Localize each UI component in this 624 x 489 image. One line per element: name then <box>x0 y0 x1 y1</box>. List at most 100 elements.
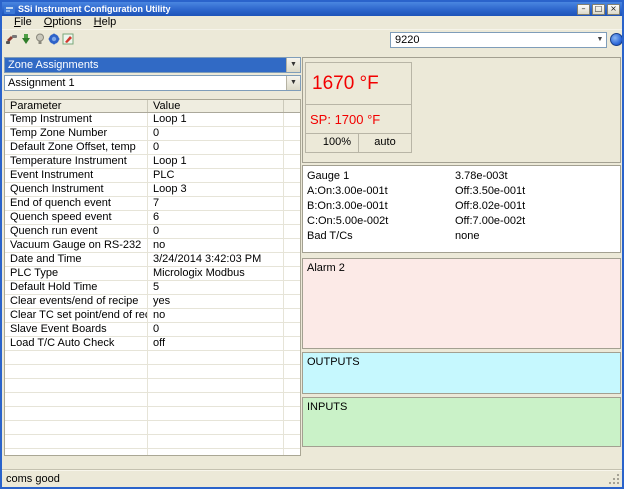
edit-icon[interactable] <box>62 33 74 45</box>
table-row[interactable] <box>5 393 300 407</box>
table-row[interactable]: End of quench event 7 <box>5 197 300 211</box>
table-row[interactable]: Clear TC set point/end of recipe no <box>5 309 300 323</box>
assignment-selector[interactable]: Assignment 1 ▼ <box>4 75 301 91</box>
parameter-cell: Clear TC set point/end of recipe <box>5 309 148 322</box>
spare-cell <box>284 351 300 364</box>
table-row[interactable] <box>5 421 300 435</box>
gauge-value: Off:3.50e-001t <box>455 184 620 199</box>
table-row[interactable]: Slave Event Boards 0 <box>5 323 300 337</box>
bulb-icon[interactable] <box>34 33 46 45</box>
spare-cell <box>284 211 300 224</box>
close-icon[interactable]: × <box>607 4 620 15</box>
chevron-down-icon[interactable]: ▼ <box>286 58 300 72</box>
device-selector[interactable]: 9220 ▼ <box>390 32 607 48</box>
parameter-cell <box>5 421 148 434</box>
value-cell <box>148 351 284 364</box>
table-row[interactable]: Load T/C Auto Check off <box>5 337 300 351</box>
table-row[interactable]: Temp Zone Number 0 <box>5 127 300 141</box>
spare-cell <box>284 379 300 392</box>
table-row[interactable] <box>5 379 300 393</box>
menu-help[interactable]: Help <box>88 16 123 29</box>
value-cell <box>148 379 284 392</box>
table-row[interactable]: Vacuum Gauge on RS-232 no <box>5 239 300 253</box>
value-cell <box>148 393 284 406</box>
status-text: coms good <box>6 473 60 485</box>
view-selector[interactable]: Zone Assignments ▼ <box>4 57 301 73</box>
table-row[interactable] <box>5 435 300 449</box>
resize-grip-icon[interactable] <box>617 482 619 484</box>
parameter-table: Parameter Value Temp Instrument Loop 1 T… <box>4 99 301 456</box>
download-icon[interactable] <box>20 33 32 45</box>
table-row[interactable]: Default Zone Offset, temp 0 <box>5 141 300 155</box>
table-row[interactable]: Date and Time 3/24/2014 3:42:03 PM <box>5 253 300 267</box>
value-cell <box>148 449 284 456</box>
spare-cell <box>284 449 300 456</box>
value-cell <box>148 407 284 420</box>
table-row[interactable] <box>5 351 300 365</box>
column-header-parameter[interactable]: Parameter <box>5 100 148 112</box>
gauge-label: Gauge 1 <box>307 169 455 184</box>
column-header-value[interactable]: Value <box>148 100 284 112</box>
value-cell: Loop 3 <box>148 183 284 196</box>
table-row[interactable]: PLC Type Micrologix Modbus <box>5 267 300 281</box>
table-row[interactable] <box>5 449 300 456</box>
alarm-label: Alarm 2 <box>307 261 616 275</box>
parameter-cell: Default Hold Time <box>5 281 148 294</box>
outputs-panel: OUTPUTS <box>302 352 621 394</box>
globe-icon[interactable] <box>610 33 623 46</box>
gauge-value: none <box>455 229 620 244</box>
parameter-cell <box>5 435 148 448</box>
spare-cell <box>284 309 300 322</box>
mode-display: auto <box>359 134 412 153</box>
menubar: File Options Help <box>2 16 622 29</box>
table-row[interactable]: Temperature Instrument Loop 1 <box>5 155 300 169</box>
chevron-down-icon[interactable]: ▼ <box>286 76 300 90</box>
maximize-icon[interactable]: □ <box>592 4 605 15</box>
table-row[interactable]: Quench run event 0 <box>5 225 300 239</box>
parameter-cell: End of quench event <box>5 197 148 210</box>
table-row[interactable]: Clear events/end of recipe yes <box>5 295 300 309</box>
spare-cell <box>284 337 300 350</box>
temperature-panel: 1670 °F SP: 1700 °F 100% auto <box>302 57 621 163</box>
table-row[interactable]: Event Instrument PLC <box>5 169 300 183</box>
parameter-cell: Clear events/end of recipe <box>5 295 148 308</box>
chevron-down-icon[interactable]: ▼ <box>594 33 606 47</box>
parameter-cell: Temperature Instrument <box>5 155 148 168</box>
parameter-table-body: Temp Instrument Loop 1 Temp Zone Number … <box>5 113 300 456</box>
setpoint-display: SP: 1700 °F <box>305 105 412 134</box>
parameter-cell: PLC Type <box>5 267 148 280</box>
value-cell: 0 <box>148 225 284 238</box>
gauge-label: B:On:3.00e-001t <box>307 199 455 214</box>
spare-cell <box>284 113 300 126</box>
table-row[interactable] <box>5 365 300 379</box>
titlebar[interactable]: SSi Instrument Configuration Utility – □… <box>2 2 622 16</box>
table-row[interactable]: Default Hold Time 5 <box>5 281 300 295</box>
gauge-row: Gauge 1 3.78e-003t <box>307 169 620 184</box>
gear-icon[interactable] <box>48 33 60 45</box>
column-header-spare <box>284 100 300 112</box>
parameter-cell <box>5 379 148 392</box>
spare-cell <box>284 393 300 406</box>
minimize-icon[interactable]: – <box>577 4 590 15</box>
value-cell: 0 <box>148 127 284 140</box>
table-row[interactable]: Quench speed event 6 <box>5 211 300 225</box>
value-cell: 6 <box>148 211 284 224</box>
table-row[interactable] <box>5 407 300 421</box>
table-row[interactable]: Quench Instrument Loop 3 <box>5 183 300 197</box>
spare-cell <box>284 239 300 252</box>
outputs-label: OUTPUTS <box>307 355 616 369</box>
spare-cell <box>284 421 300 434</box>
spare-cell <box>284 323 300 336</box>
connect-icon[interactable] <box>6 33 18 45</box>
spare-cell <box>284 253 300 266</box>
window-title: SSi Instrument Configuration Utility <box>18 4 577 14</box>
spare-cell <box>284 183 300 196</box>
spare-cell <box>284 295 300 308</box>
value-cell: PLC <box>148 169 284 182</box>
menu-options[interactable]: Options <box>38 16 88 29</box>
parameter-cell: Temp Instrument <box>5 113 148 126</box>
menu-file[interactable]: File <box>8 16 38 29</box>
spare-cell <box>284 365 300 378</box>
table-row[interactable]: Temp Instrument Loop 1 <box>5 113 300 127</box>
spare-cell <box>284 197 300 210</box>
